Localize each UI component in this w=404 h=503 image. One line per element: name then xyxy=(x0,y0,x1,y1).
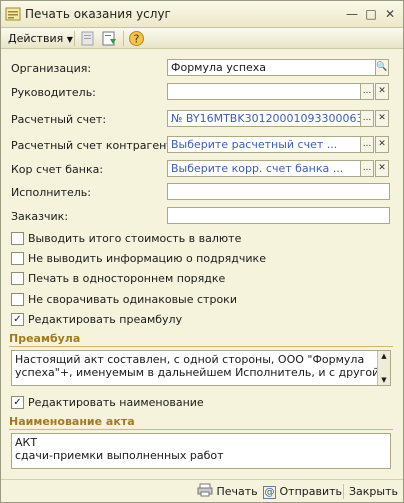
bottom-button-bar: Печать @ Отправить Закрыть xyxy=(1,479,403,502)
title-bar: Печать оказания услуг — □ ✕ xyxy=(1,1,403,28)
checkbox-checked[interactable]: ✓ xyxy=(11,313,24,326)
minimize-icon[interactable]: — xyxy=(345,7,359,21)
preamble-textarea[interactable]: Настоящий акт составлен, с одной стороны… xyxy=(11,350,391,386)
actions-menu-button[interactable]: Действия ▼ xyxy=(5,30,76,47)
select-dots-icon[interactable]: ... xyxy=(360,83,374,100)
act-name-line: АКТ xyxy=(15,436,38,449)
option-label: Печать в одностороннем порядке xyxy=(28,272,226,285)
organization-label: Организация: xyxy=(11,62,92,75)
checkbox-checked[interactable]: ✓ xyxy=(11,396,24,409)
clear-icon[interactable]: ✕ xyxy=(375,160,389,177)
counterparty-account-field[interactable]: Выберите расчетный счет ... xyxy=(167,136,361,153)
print-label: Печать xyxy=(216,485,258,498)
preamble-header: Преамбула xyxy=(9,332,393,347)
option-label: Не сворачивать одинаковые строки xyxy=(28,293,237,306)
document-green-icon[interactable] xyxy=(101,30,118,47)
maximize-icon[interactable]: □ xyxy=(364,7,378,21)
counterparty-account-label: Расчетный счет контрагента: xyxy=(11,139,184,152)
close-button[interactable]: Закрыть xyxy=(349,483,398,500)
bank-corr-label: Кор счет банка: xyxy=(11,163,104,176)
clear-icon[interactable]: ✕ xyxy=(375,83,389,100)
email-icon: @ xyxy=(263,486,276,499)
document-icon[interactable] xyxy=(79,30,96,47)
act-name-header: Наименование акта xyxy=(9,415,393,430)
customer-field[interactable] xyxy=(167,207,390,224)
clear-icon[interactable]: ✕ xyxy=(375,110,389,127)
dropdown-arrow-icon: ▼ xyxy=(66,35,73,44)
director-field[interactable] xyxy=(167,83,361,100)
help-icon[interactable]: ? xyxy=(128,30,145,47)
search-icon[interactable]: 🔍 xyxy=(375,59,389,76)
option-label: Не выводить информацию о подрядчике xyxy=(28,252,266,265)
select-dots-icon[interactable]: ... xyxy=(360,160,374,177)
option-label: Редактировать наименование xyxy=(28,396,204,409)
customer-label: Заказчик: xyxy=(11,210,69,223)
checkbox[interactable] xyxy=(11,252,24,265)
select-dots-icon[interactable]: ... xyxy=(360,110,374,127)
print-button[interactable]: Печать xyxy=(197,483,258,500)
svg-text:?: ? xyxy=(134,33,140,46)
option-label: Выводить итого стоимость в валюте xyxy=(28,232,242,245)
print-services-dialog: Печать оказания услуг — □ ✕ Действия ▼ ?… xyxy=(0,0,404,503)
send-label: Отправить xyxy=(279,485,343,498)
option-label: Редактировать преамбулу xyxy=(28,313,183,326)
scroll-down-icon[interactable]: ▼ xyxy=(378,375,390,385)
select-dots-icon[interactable]: ... xyxy=(360,136,374,153)
checkbox[interactable] xyxy=(11,272,24,285)
button-divider xyxy=(343,484,344,499)
close-label: Закрыть xyxy=(349,485,398,498)
close-icon[interactable]: ✕ xyxy=(383,7,397,21)
organization-field[interactable]: Формула успеха xyxy=(167,59,376,76)
actions-label: Действия xyxy=(8,32,64,45)
checkbox[interactable] xyxy=(11,232,24,245)
form-icon xyxy=(5,7,21,21)
scroll-up-icon[interactable]: ▲ xyxy=(378,351,390,361)
director-label: Руководитель: xyxy=(11,86,96,99)
checkbox[interactable] xyxy=(11,293,24,306)
toolbar-divider xyxy=(123,31,124,46)
preamble-line: успеха"+, именуемым в дальнейшем Исполни… xyxy=(15,366,380,379)
preamble-line: Настоящий акт составлен, с одной стороны… xyxy=(15,353,365,366)
executor-field[interactable] xyxy=(167,183,390,200)
act-name-line: сдачи-приемки выполненных работ xyxy=(15,449,224,462)
executor-label: Исполнитель: xyxy=(11,186,91,199)
account-field[interactable]: № BY16MTBK3012000109330006390... xyxy=(167,110,361,127)
bank-corr-field[interactable]: Выберите корр. счет банка ... xyxy=(167,160,361,177)
send-button[interactable]: @ Отправить xyxy=(263,483,342,500)
window-title: Печать оказания услуг xyxy=(25,7,171,21)
toolbar: Действия ▼ ? xyxy=(1,28,403,49)
scrollbar[interactable]: ▲ ▼ xyxy=(377,351,390,385)
act-name-textarea[interactable]: АКТ сдачи-приемки выполненных работ xyxy=(11,433,391,469)
toolbar-divider xyxy=(74,31,75,46)
account-label: Расчетный счет: xyxy=(11,113,107,126)
clear-icon[interactable]: ✕ xyxy=(375,136,389,153)
printer-icon xyxy=(197,483,213,497)
